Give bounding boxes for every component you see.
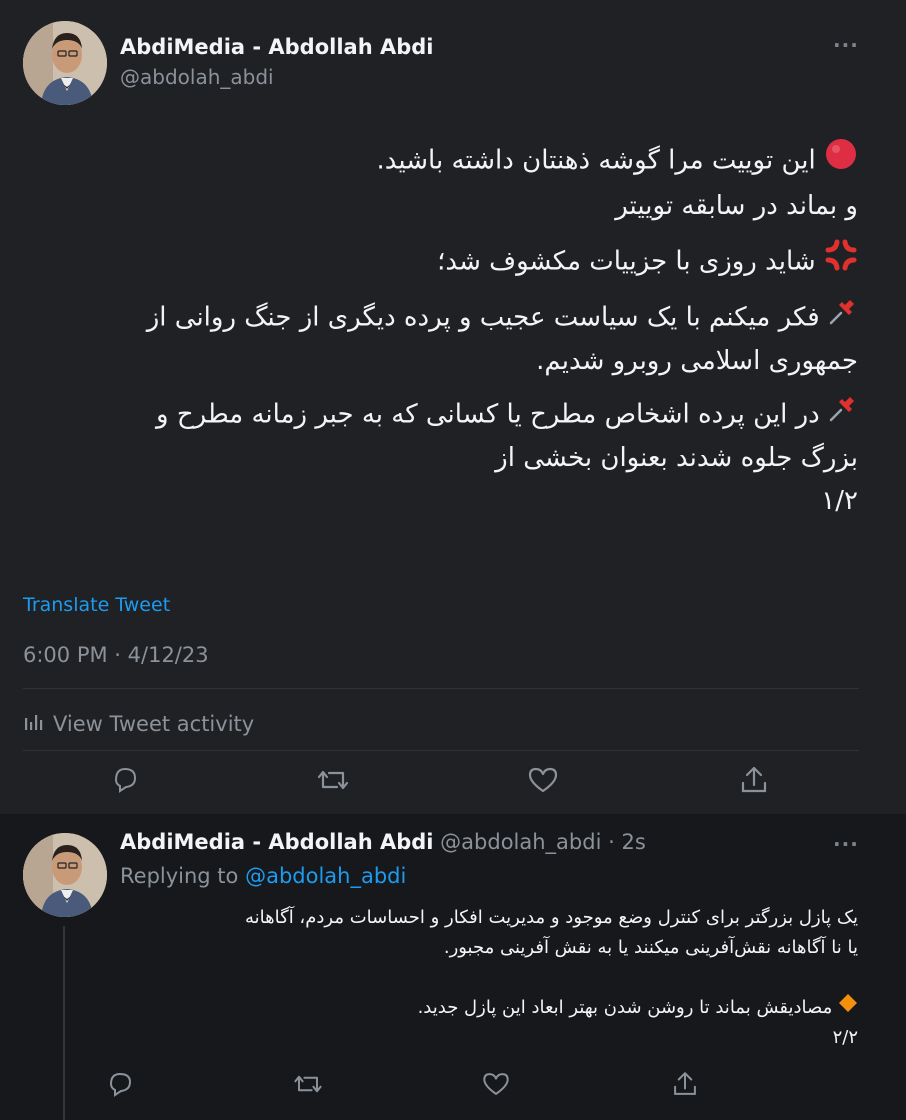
red-circle-icon [824,137,858,185]
view-tweet-activity-label: View Tweet activity [53,711,255,736]
view-tweet-activity-link[interactable]: View Tweet activity [23,710,254,737]
author-handle[interactable]: @abdolah_abdi [120,65,274,89]
reply-header: AbdiMedia - Abdollah Abdi @abdolah_abdi … [120,830,646,854]
main-tweet: AbdiMedia - Abdollah Abdi @abdolah_abdi … [0,0,906,814]
tweet-line: و بماند در سابقه توییتر [615,191,858,221]
reply-author-handle[interactable]: @abdolah_abdi [440,830,601,854]
share-icon[interactable] [734,760,774,800]
more-options-icon[interactable]: ··· [833,832,859,856]
tweet-timestamp[interactable]: 6:00 PM · 4/12/23 [23,643,209,667]
more-options-icon[interactable]: ··· [833,33,859,57]
reply-icon[interactable] [103,1066,137,1102]
retweet-icon[interactable] [313,760,353,800]
thread-connector-line [63,926,65,1120]
like-icon[interactable] [478,1066,514,1102]
mention-link[interactable]: @abdolah_abdi [245,864,406,888]
tweet-line: در این پرده اشخاص مطرح یا کسانی که به جب… [156,399,820,430]
tweet-line: ۱/۲ [821,486,858,516]
divider [23,750,859,751]
tweet-line: فکر میکنم با یک سیاست عجیب و پرده دیگری … [146,302,820,333]
avatar[interactable] [23,833,107,917]
anger-symbol-icon [824,238,858,286]
replying-to: Replying to @abdolah_abdi [120,864,406,888]
tweet-body: این توییت مرا گوشه ذهنتان داشته باشید. و… [38,137,858,523]
analytics-icon [23,710,45,737]
tweet-actions [23,760,859,800]
tweet-paragraph: این توییت مرا گوشه ذهنتان داشته باشید. و… [38,137,858,228]
reply-body: یک پازل بزرگتر برای کنترل وضع موجود و مد… [118,903,858,1053]
reply-icon[interactable] [108,760,142,800]
tweet-paragraph: در این پرده اشخاص مطرح یا کسانی که به جب… [38,393,858,523]
reply-line: یا نا آگاهانه نقش‌آفرینی میکنند یا به نق… [443,937,858,958]
tweet-line: این توییت مرا گوشه ذهنتان داشته باشید. [376,145,816,176]
avatar[interactable] [23,21,107,105]
tweet-line: بزرگ جلوه شدند بعنوان بخشی از [495,443,858,473]
translate-tweet-link[interactable]: Translate Tweet [23,594,170,616]
pushpin-icon [828,296,858,340]
reply-line: مصادیقش بماند تا روشن شدن بهتر ابعاد این… [417,997,833,1018]
like-icon[interactable] [523,760,563,800]
tweet-line: شاید روزی با جزییات مکشوف شد؛ [437,246,816,277]
tweet-thread: AbdiMedia - Abdollah Abdi @abdolah_abdi … [0,0,906,1120]
orange-diamond-icon [838,993,858,1023]
reply-author-name[interactable]: AbdiMedia - Abdollah Abdi [120,830,433,854]
tweet-paragraph: فکر میکنم با یک سیاست عجیب و پرده دیگری … [38,296,858,383]
tweet-paragraph: شاید روزی با جزییات مکشوف شد؛ [38,238,858,286]
divider [23,688,859,689]
reply-actions [103,1066,703,1102]
reply-line: ۲/۲ [832,1027,858,1048]
replying-to-label: Replying to [120,864,239,888]
author-name[interactable]: AbdiMedia - Abdollah Abdi [120,35,433,59]
share-icon[interactable] [667,1066,703,1102]
reply-line: یک پازل بزرگتر برای کنترل وضع موجود و مد… [245,907,858,928]
tweet-line: جمهوری اسلامی روبرو شدیم. [536,346,858,376]
retweet-icon[interactable] [290,1066,326,1102]
reply-time[interactable]: · 2s [608,830,646,854]
pushpin-icon [828,393,858,437]
reply-paragraph: مصادیقش بماند تا روشن شدن بهتر ابعاد این… [118,993,858,1023]
